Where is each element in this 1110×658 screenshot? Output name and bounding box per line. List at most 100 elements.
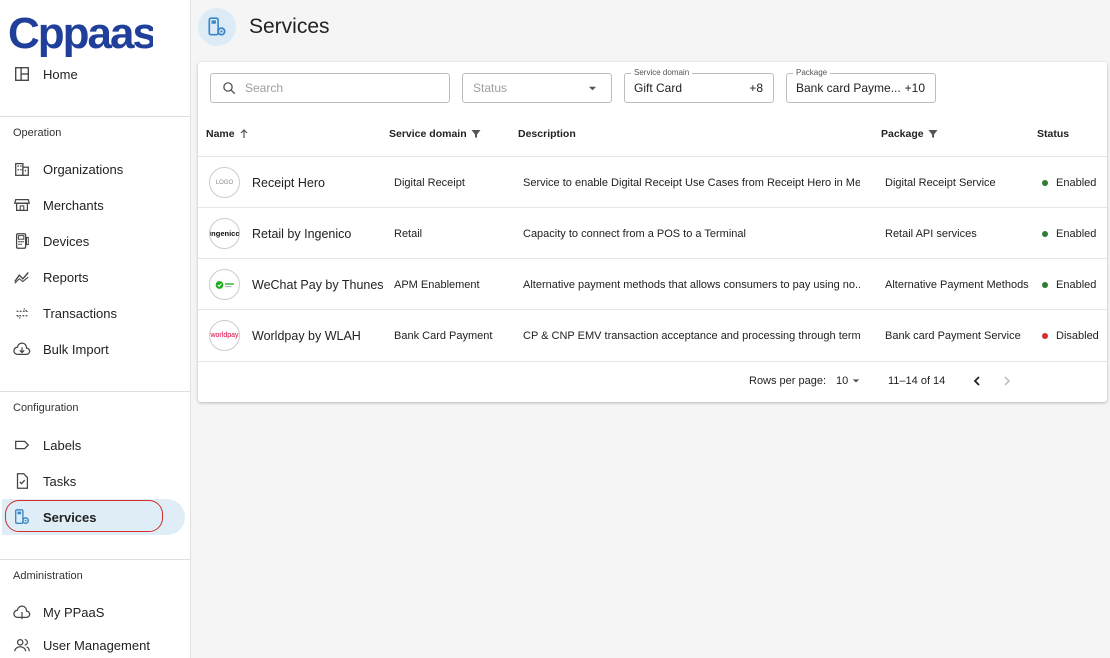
sidebar-item-transactions[interactable]: Transactions — [0, 298, 190, 328]
column-header-label: Package — [881, 128, 924, 140]
status-text: Enabled — [1056, 227, 1097, 240]
search-input[interactable]: Search — [210, 73, 450, 103]
sidebar-item-merchants[interactable]: Merchants — [0, 190, 190, 220]
search-placeholder: Search — [245, 81, 284, 95]
sort-arrow-up-icon[interactable] — [239, 129, 249, 139]
rows-per-page-value: 10 — [836, 375, 849, 387]
next-page-icon[interactable] — [1002, 376, 1012, 386]
cloud-icon — [12, 602, 32, 622]
sidebar-item-label: Home — [43, 66, 78, 82]
service-domain-select[interactable]: Service domain Gift Card +8 — [624, 68, 774, 103]
service-domain-value: Gift Card — [634, 81, 683, 95]
status-badge: Enabled — [1042, 259, 1106, 310]
logo-placeholder-text: LOGO — [215, 179, 234, 186]
services-table-card: Search Status Service domain Gift Card +… — [198, 62, 1107, 402]
sidebar-item-label: Merchants — [43, 197, 104, 213]
table-pagination: Rows per page: 10 11–14 of 14 — [198, 361, 1107, 401]
service-logo: LOGO — [209, 167, 240, 198]
package-value: Bank card Payme... — [796, 81, 901, 95]
column-header-name[interactable]: Name — [206, 128, 249, 140]
service-domain-more-count: +8 — [749, 81, 763, 95]
service-package: Bank card Payment Service — [885, 329, 1021, 342]
section-title-configuration: Configuration — [13, 402, 79, 414]
status-badge: Enabled — [1042, 208, 1106, 259]
table-row[interactable]: ingenico Retail by Ingenico Retail Capac… — [198, 207, 1107, 258]
divider — [0, 116, 190, 117]
rows-per-page-select[interactable]: 10 — [834, 372, 862, 390]
sidebar-item-labels[interactable]: Labels — [0, 430, 190, 460]
table-row[interactable]: WeChat Pay by Thunes APM Enablement Alte… — [198, 258, 1107, 309]
column-header-status[interactable]: Status — [1037, 128, 1069, 140]
services-icon — [12, 507, 32, 527]
task-icon — [12, 471, 32, 491]
sidebar-item-label: Labels — [43, 437, 82, 453]
status-select[interactable]: Status — [462, 73, 612, 103]
status-dot — [1042, 230, 1048, 237]
column-header-label: Description — [518, 128, 576, 140]
page-title: Services — [249, 15, 330, 38]
status-badge: Disabled — [1042, 310, 1106, 361]
sidebar-item-tasks[interactable]: Tasks — [0, 466, 190, 496]
sidebar-item-label: Bulk Import — [43, 341, 109, 357]
section-title-operation: Operation — [13, 127, 62, 139]
table-row[interactable]: worldpay Worldpay by WLAH Bank Card Paym… — [198, 309, 1107, 360]
column-header-label: Status — [1037, 128, 1070, 140]
service-name: Retail by Ingenico — [252, 226, 352, 241]
column-header-package[interactable]: Package — [881, 128, 938, 140]
package-select[interactable]: Package Bank card Payme... +10 — [786, 68, 936, 103]
service-name: Receipt Hero — [252, 175, 325, 190]
worldpay-logo-text: worldpay — [210, 332, 239, 339]
sidebar-item-label: Services — [43, 509, 97, 525]
sidebar-item-my-ppaas[interactable]: My PPaaS — [0, 597, 190, 627]
previous-page-icon[interactable] — [972, 376, 982, 386]
sidebar-item-user-management[interactable]: User Management — [0, 630, 190, 658]
service-name: Worldpay by WLAH — [252, 328, 361, 343]
chevron-down-icon — [853, 379, 860, 383]
page-icon — [198, 8, 236, 46]
divider — [0, 391, 190, 392]
status-dot — [1042, 179, 1048, 186]
service-logo: worldpay — [209, 320, 240, 351]
service-domain: Bank Card Payment — [394, 329, 493, 342]
sidebar-item-label: Transactions — [43, 305, 117, 321]
label-icon — [12, 435, 32, 455]
status-placeholder: Status — [473, 81, 508, 95]
column-header-service-domain[interactable]: Service domain — [389, 128, 481, 140]
service-domain-legend: Service domain — [631, 68, 693, 78]
service-description: CP & CNP EMV transaction acceptance and … — [523, 329, 860, 342]
service-domain: Digital Receipt — [394, 176, 465, 189]
service-package: Retail API services — [885, 227, 977, 240]
ingenico-logo-text: ingenico — [209, 229, 240, 238]
dashboard-icon — [12, 64, 32, 84]
service-domain: APM Enablement — [394, 278, 480, 291]
sidebar-item-label: Organizations — [43, 161, 124, 177]
service-package: Digital Receipt Service — [885, 176, 996, 189]
sidebar-item-label: Tasks — [43, 473, 77, 489]
sidebar-item-bulk-import[interactable]: Bulk Import — [0, 334, 190, 364]
sidebar-item-label: Devices — [43, 233, 90, 249]
sidebar-item-services[interactable]: Services — [2, 499, 185, 535]
filter-icon[interactable] — [471, 129, 481, 139]
chart-line-icon — [12, 267, 32, 287]
column-header-description[interactable]: Description — [518, 128, 576, 140]
pagination-range: 11–14 of 14 — [888, 375, 946, 387]
table-row[interactable]: LOGO Receipt Hero Digital Receipt Servic… — [198, 156, 1107, 207]
users-icon — [12, 635, 32, 655]
cppaas-logo[interactable]: Cppaas — [8, 8, 153, 58]
logo-text: Cppaas — [8, 9, 153, 58]
service-domain: Retail — [394, 227, 423, 240]
service-description: Capacity to connect from a POS to a Term… — [523, 227, 746, 240]
service-package: Alternative Payment Methods — [885, 278, 1029, 291]
status-text: Enabled — [1056, 278, 1097, 291]
filter-icon[interactable] — [928, 129, 938, 139]
search-icon — [223, 81, 236, 94]
service-name: WeChat Pay by Thunes — [252, 277, 384, 292]
sidebar-item-organizations[interactable]: Organizations — [0, 154, 190, 184]
sidebar-item-home[interactable]: Home — [0, 59, 190, 89]
building-icon — [12, 159, 32, 179]
sidebar-item-reports[interactable]: Reports — [0, 262, 190, 292]
sidebar-item-devices[interactable]: Devices — [0, 226, 190, 256]
sidebar-item-label: My PPaaS — [43, 604, 105, 620]
package-more-count: +10 — [904, 81, 925, 95]
sidebar: Cppaas Home Operation Organizations Merc… — [0, 0, 191, 658]
